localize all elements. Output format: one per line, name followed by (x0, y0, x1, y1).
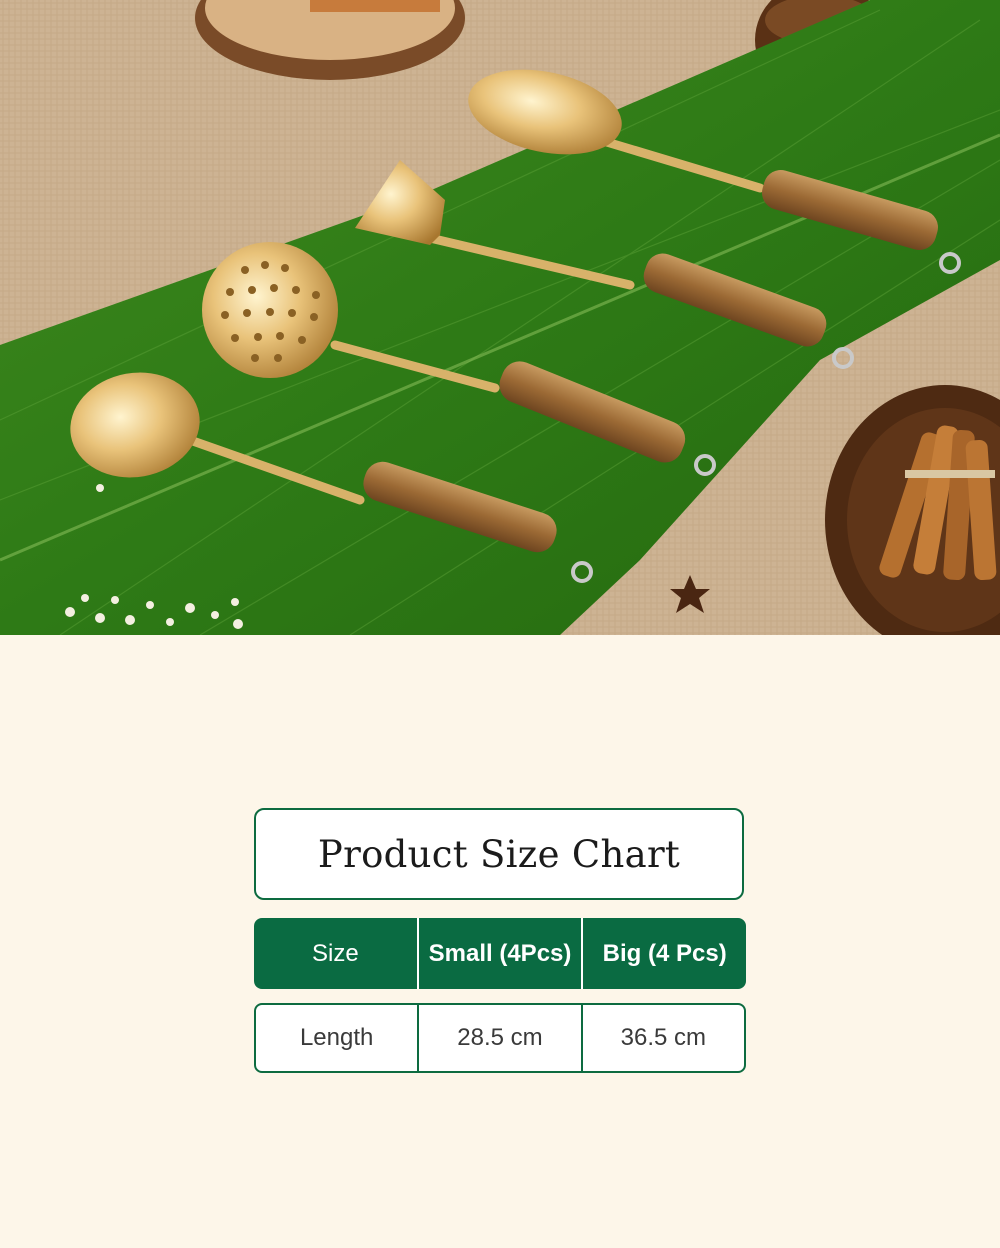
size-chart-title: Product Size Chart (317, 832, 681, 876)
header-cell-small: Small (4Pcs) (416, 918, 582, 989)
size-chart-header-row: Size Small (4Pcs) Big (4 Pcs) (254, 918, 746, 989)
big-value-cell: 36.5 cm (580, 1005, 744, 1071)
header-cell-big: Big (4 Pcs) (581, 918, 746, 989)
product-photo (0, 0, 1000, 635)
row-label-cell: Length (299, 1024, 374, 1051)
size-chart-row-length: Length 28.5 cm 36.5 cm (254, 1003, 746, 1073)
size-chart-title-box: Product Size Chart (254, 808, 744, 900)
small-value-cell: 28.5 cm (417, 1005, 580, 1071)
header-cell-size: Size (311, 939, 359, 967)
